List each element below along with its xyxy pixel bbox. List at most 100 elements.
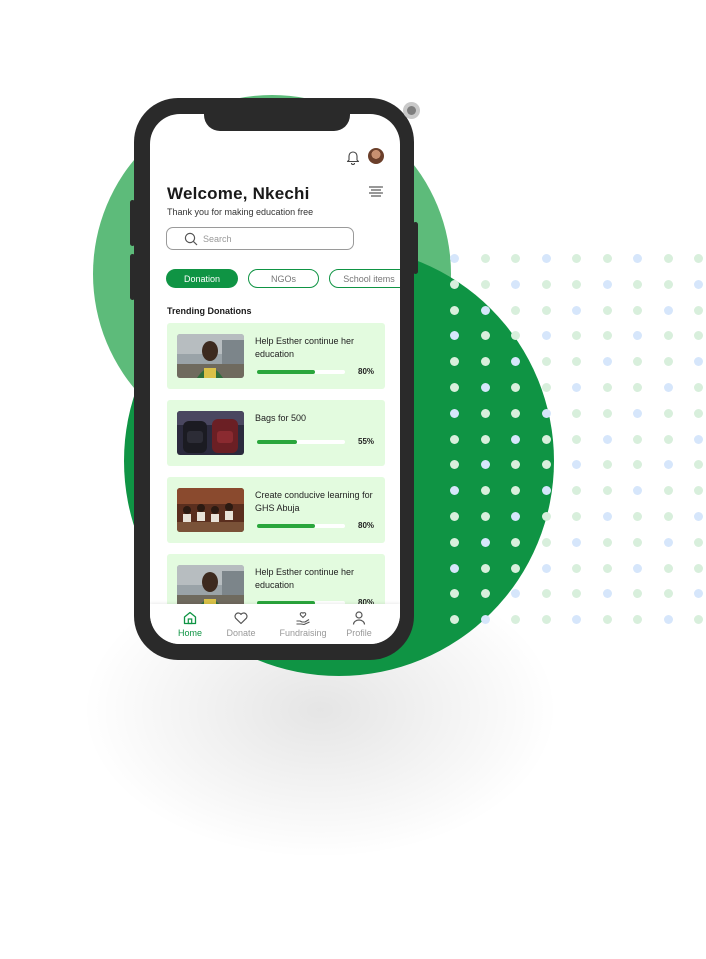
decorative-dot bbox=[480, 357, 490, 367]
decorative-dot bbox=[541, 408, 551, 418]
decorative-dot bbox=[572, 460, 581, 470]
filter-chip-label: School items bbox=[343, 273, 395, 284]
decorative-dot bbox=[602, 408, 612, 418]
decorative-dot bbox=[663, 615, 673, 625]
decorative-dot bbox=[450, 357, 459, 367]
decorative-dot bbox=[633, 563, 642, 573]
page-title: Welcome, Nkechi bbox=[167, 184, 310, 203]
decorative-dot bbox=[633, 383, 642, 392]
decorative-dot bbox=[602, 512, 612, 521]
decorative-dot bbox=[633, 615, 642, 625]
decorative-dot bbox=[511, 331, 520, 341]
decorative-dot bbox=[480, 460, 490, 470]
filter-chip-label: NGOs bbox=[270, 273, 296, 284]
decorative-dot bbox=[480, 537, 490, 547]
decorative-dot bbox=[572, 331, 581, 341]
heart-icon bbox=[234, 612, 248, 625]
decorative-dot bbox=[511, 486, 520, 496]
decorative-dot bbox=[541, 357, 551, 367]
donation-progress-fill bbox=[257, 524, 316, 528]
decorative-dot bbox=[694, 408, 703, 418]
donation-percent: 80% bbox=[358, 367, 375, 376]
decorative-dot bbox=[633, 589, 642, 599]
decorative-dot bbox=[480, 383, 490, 392]
decorative-dot bbox=[694, 512, 703, 521]
nav-item-donate[interactable]: Donate bbox=[211, 610, 271, 638]
decorative-dot bbox=[663, 254, 673, 263]
donation-card[interactable]: Bags for 500 55% bbox=[167, 400, 385, 466]
donation-percent: 80% bbox=[358, 521, 375, 530]
donation-percent: 55% bbox=[358, 437, 375, 446]
donation-card[interactable]: Create conducive learning for GHS Abuja … bbox=[167, 477, 385, 543]
menu-icon[interactable] bbox=[369, 186, 383, 197]
decorative-dot bbox=[572, 537, 581, 547]
phone-notch bbox=[204, 114, 350, 131]
nav-label-fundraising: Fundraising bbox=[279, 628, 327, 638]
bell-icon[interactable] bbox=[346, 149, 360, 165]
decorative-dot bbox=[694, 331, 703, 341]
decorative-dot bbox=[694, 434, 703, 444]
decorative-dot bbox=[450, 537, 459, 547]
search-input[interactable]: Search bbox=[166, 227, 354, 250]
decorative-dot bbox=[450, 408, 459, 418]
decorative-dot bbox=[602, 486, 612, 496]
decorative-dot bbox=[511, 279, 520, 289]
decorative-dot bbox=[450, 434, 459, 444]
decorative-dot bbox=[450, 486, 459, 496]
decorative-dot bbox=[572, 563, 581, 573]
decorative-dot bbox=[450, 305, 459, 315]
decorative-dot bbox=[602, 460, 612, 470]
decorative-dot bbox=[663, 460, 673, 470]
decorative-dot bbox=[572, 434, 581, 444]
decorative-dot bbox=[541, 563, 551, 573]
filter-chip-ngos[interactable]: NGOs bbox=[248, 269, 319, 288]
decorative-dot bbox=[450, 383, 459, 392]
decorative-dot bbox=[511, 357, 520, 367]
decorative-dot bbox=[450, 589, 459, 599]
phone-volume-up-button bbox=[130, 200, 135, 246]
nav-item-fundraising[interactable]: Fundraising bbox=[273, 610, 333, 638]
filter-chip-school-items[interactable]: School items bbox=[329, 269, 400, 288]
decorative-dot bbox=[694, 486, 703, 496]
decorative-dot bbox=[602, 434, 612, 444]
decorative-dot bbox=[663, 486, 673, 496]
decorative-dot bbox=[602, 383, 612, 392]
decorative-dot bbox=[633, 486, 642, 496]
decorative-dot bbox=[572, 305, 581, 315]
decorative-dot bbox=[602, 279, 612, 289]
decorative-dot bbox=[602, 331, 612, 341]
student-girl-photo bbox=[177, 334, 244, 378]
decorative-dot-grid bbox=[450, 254, 706, 634]
decorative-dot bbox=[541, 383, 551, 392]
decorative-dot bbox=[633, 512, 642, 521]
decorative-dot bbox=[480, 563, 490, 573]
decorative-dot bbox=[602, 357, 612, 367]
decorative-dot bbox=[694, 537, 703, 547]
donation-card[interactable]: Help Esther continue her education 80% bbox=[167, 323, 385, 389]
decorative-dot bbox=[572, 279, 581, 289]
decorative-dot bbox=[694, 563, 703, 573]
decorative-dot bbox=[694, 615, 703, 625]
decorative-dot bbox=[541, 460, 551, 470]
decorative-dot bbox=[541, 486, 551, 496]
decorative-dot bbox=[572, 615, 581, 625]
bottom-navigation: Home Donate Fundraising Profile bbox=[150, 604, 400, 644]
nav-item-profile[interactable]: Profile bbox=[329, 610, 389, 638]
decorative-dot bbox=[480, 254, 490, 263]
avatar[interactable] bbox=[368, 148, 384, 164]
phone-frame: Welcome, Nkechi Thank you for making edu… bbox=[130, 98, 418, 660]
decorative-dot bbox=[663, 512, 673, 521]
decorative-dot bbox=[511, 434, 520, 444]
donation-progress-bar bbox=[257, 524, 345, 528]
search-icon bbox=[184, 232, 198, 246]
decorative-dot bbox=[633, 331, 642, 341]
app-screen: Welcome, Nkechi Thank you for making edu… bbox=[150, 114, 400, 644]
decorative-dot bbox=[480, 434, 490, 444]
filter-chip-donation[interactable]: Donation bbox=[166, 269, 238, 288]
decorative-dot bbox=[511, 615, 520, 625]
decorative-dot bbox=[450, 331, 459, 341]
decorative-dot bbox=[663, 408, 673, 418]
user-icon bbox=[352, 611, 366, 625]
decorative-dot bbox=[541, 615, 551, 625]
decorative-dot bbox=[663, 537, 673, 547]
